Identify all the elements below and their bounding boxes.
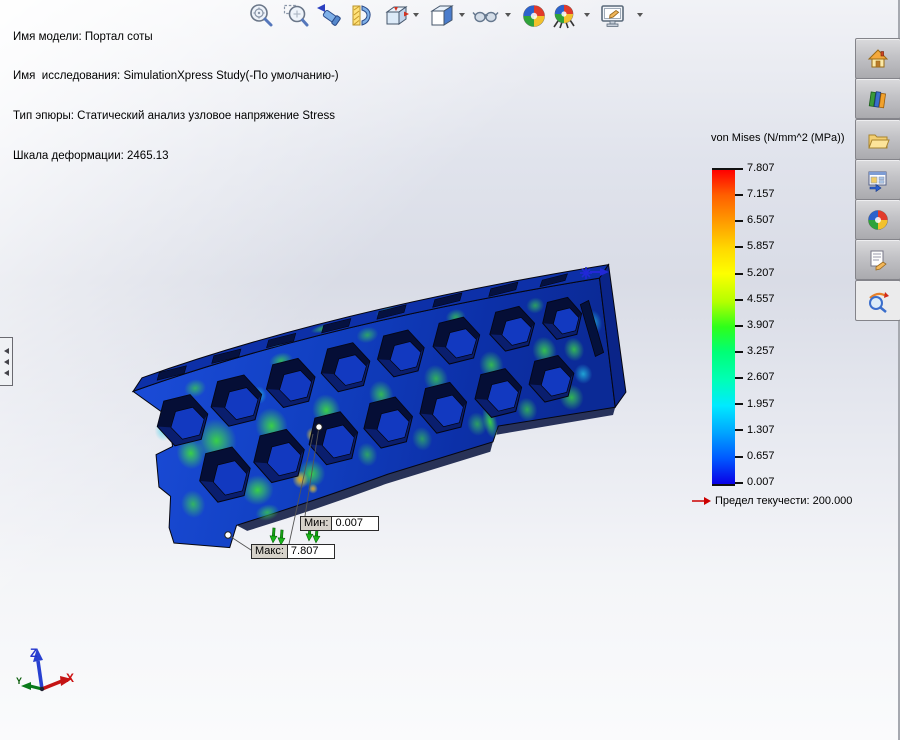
hide-show-items-icon[interactable] bbox=[471, 2, 499, 30]
min-callout[interactable]: Мин: 0.007 bbox=[300, 516, 380, 531]
task-pane-design-library-button[interactable] bbox=[855, 78, 900, 119]
max-label: Макс: bbox=[251, 544, 287, 559]
legend-title: von Mises (N/mm^2 (MPa)) bbox=[711, 132, 845, 144]
legend-value: 5.857 bbox=[747, 240, 775, 252]
max-value: 7.807 bbox=[286, 544, 335, 559]
legend-value: 0.657 bbox=[747, 450, 775, 462]
task-pane-appearances-button[interactable] bbox=[855, 199, 900, 240]
load-arrow bbox=[580, 267, 609, 279]
triad-y-label: Y bbox=[16, 676, 22, 686]
view-orientation-icon[interactable] bbox=[382, 2, 410, 30]
task-pane-file-explorer-button[interactable] bbox=[855, 119, 900, 160]
graphics-viewport[interactable]: Z X Y Имя модели: Портал соты Имя исслед… bbox=[0, 0, 900, 740]
yield-strength-row: Предел текучести: 200.000 bbox=[692, 495, 852, 507]
legend-value: 5.207 bbox=[747, 267, 775, 279]
legend-value: 6.507 bbox=[747, 214, 775, 226]
stress-legend[interactable]: von Mises (N/mm^2 (MPa)) 7.807 7.157 6.5… bbox=[692, 132, 870, 524]
legend-value: 7.157 bbox=[747, 188, 775, 200]
heads-up-toolbar bbox=[0, 0, 700, 32]
view-settings-icon[interactable] bbox=[599, 2, 627, 30]
callout-leaders bbox=[224, 423, 323, 551]
triad-x-label: X bbox=[66, 671, 74, 685]
zoom-to-area-icon[interactable] bbox=[282, 2, 310, 30]
view-settings-dropdown[interactable] bbox=[637, 13, 643, 17]
zoom-to-fit-icon[interactable] bbox=[247, 2, 275, 30]
display-style-dropdown[interactable] bbox=[459, 13, 465, 17]
model-name-text: Имя модели: Портал соты bbox=[13, 30, 153, 43]
legend-value: 3.907 bbox=[747, 319, 775, 331]
collapse-arrow-icon bbox=[3, 347, 9, 354]
display-style-icon[interactable] bbox=[428, 2, 456, 30]
collapse-arrow-icon bbox=[3, 358, 9, 365]
max-callout[interactable]: Макс: 7.807 bbox=[251, 544, 335, 559]
legend-value: 7.807 bbox=[747, 162, 775, 174]
legend-value: 1.307 bbox=[747, 424, 775, 436]
section-view-icon[interactable] bbox=[348, 2, 376, 30]
previous-view-icon[interactable] bbox=[315, 2, 343, 30]
legend-value: 2.607 bbox=[747, 371, 775, 383]
min-value: 0.007 bbox=[331, 516, 380, 531]
plot-type-text: Тип эпюры: Статический анализ узловое на… bbox=[13, 110, 335, 123]
hide-show-items-dropdown[interactable] bbox=[505, 13, 511, 17]
legend-value: 0.007 bbox=[747, 476, 775, 488]
legend-value: 3.257 bbox=[747, 345, 775, 357]
apply-scene-dropdown[interactable] bbox=[584, 13, 590, 17]
study-name-text: Имя исследования: SimulationXpress Study… bbox=[13, 70, 339, 83]
task-pane-analysis-advisor-button[interactable] bbox=[855, 280, 900, 321]
edit-appearance-icon[interactable] bbox=[520, 2, 548, 30]
yield-arrow-icon bbox=[692, 497, 711, 505]
honeycomb-beam-model bbox=[131, 263, 627, 549]
deformation-scale-text: Шкала деформации: 2465.13 bbox=[13, 150, 169, 163]
legend-value: 1.957 bbox=[747, 398, 775, 410]
legend-color-bar bbox=[712, 168, 735, 486]
view-orientation-dropdown[interactable] bbox=[413, 13, 419, 17]
feature-panel-collapse-tab[interactable] bbox=[0, 337, 13, 386]
legend-value: 4.557 bbox=[747, 293, 775, 305]
task-pane-home-button[interactable] bbox=[855, 38, 900, 79]
triad-z-label: Z bbox=[30, 646, 37, 660]
collapse-arrow-icon bbox=[3, 369, 9, 376]
reference-triad[interactable]: Z X Y bbox=[16, 646, 74, 692]
task-pane-view-palette-button[interactable] bbox=[855, 159, 900, 200]
min-label: Мин: bbox=[300, 516, 332, 531]
apply-scene-icon[interactable] bbox=[550, 2, 578, 30]
task-pane-custom-properties-button[interactable] bbox=[855, 239, 900, 280]
yield-strength-label: Предел текучести: 200.000 bbox=[715, 495, 853, 507]
